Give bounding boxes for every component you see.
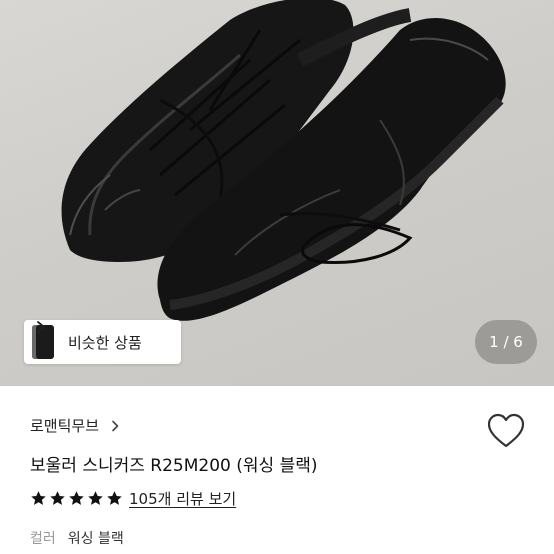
star-filled-icon [69,491,84,505]
brand-name: 로맨틱무브 [30,417,100,435]
star-filled-icon [50,491,65,505]
star-filled-icon [31,491,46,505]
similar-products-button[interactable]: 비슷한 상품 [24,320,181,364]
product-title: 보울러 스니커즈 R25M200 (워싱 블랙) [30,456,318,476]
star-rating [30,490,123,507]
image-counter: 1 / 6 [475,320,537,364]
heart-outline-icon[interactable] [486,412,526,450]
rating-row: 105개 리뷰 보기 [30,488,236,509]
color-option: 컬러 워싱 블랙 [30,528,124,548]
star-filled-icon [88,491,103,505]
option-value: 워싱 블랙 [67,531,124,547]
star-filled-icon [107,491,122,505]
review-link[interactable]: 105개 리뷰 보기 [129,488,236,509]
similar-products-label: 비슷한 상품 [68,333,142,352]
brand-link[interactable]: 로맨틱무브 [30,415,121,436]
chevron-right-icon [112,420,119,431]
option-label: 컬러 [30,531,56,547]
chevron-right-icon [37,321,45,333]
product-image-carousel[interactable]: 비슷한 상품 1 / 6 [0,0,554,386]
